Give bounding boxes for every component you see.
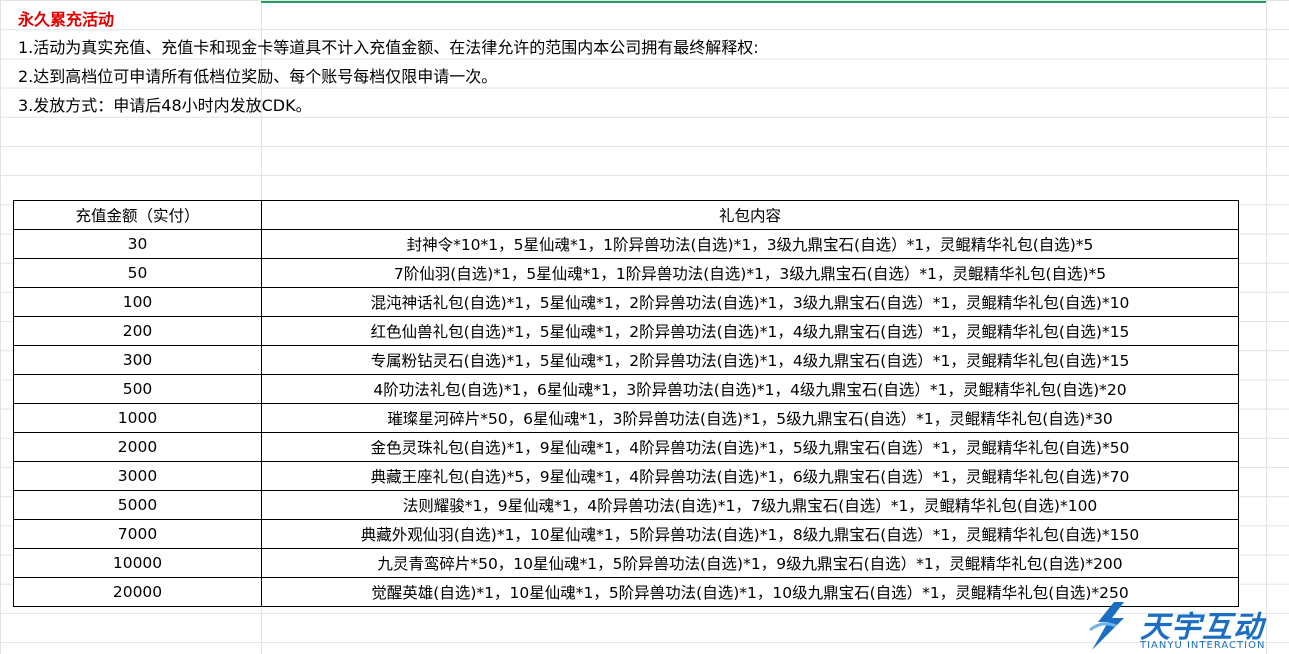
content-cell[interactable]: 7阶仙羽(自选)*1，5星仙魂*1，1阶异兽功法(自选)*1，3级九鼎宝石(自选… [261,258,1239,288]
logo-subtitle: TIANYU INTERACTION [1140,640,1266,651]
amount-cell[interactable]: 20000 [13,577,262,607]
table-row: 7000 典藏外观仙羽(自选)*1，10星仙魂*1，5阶异兽功法(自选)*1，8级… [13,519,1239,549]
amount-cell[interactable]: 3000 [13,461,262,491]
column-divider [1266,0,1267,654]
table-row: 300 专属粉钻灵石(自选)*1，5星仙魂*1，2阶异兽功法(自选)*1，4级九鼎… [13,345,1239,375]
table-row: 5000 法则耀骏*1，9星仙魂*1，4阶异兽功法(自选)*1，7级九鼎宝石(自选… [13,490,1239,520]
table-row: 30 封神令*10*1，5星仙魂*1，1阶异兽功法(自选)*1，3级九鼎宝石(自选… [13,229,1239,259]
reward-table: 充值金额（实付） 礼包内容 30 封神令*10*1，5星仙魂*1，1阶异兽功法(自… [13,200,1239,607]
content-cell[interactable]: 红色仙兽礼包(自选)*1，5星仙魂*1，2阶异兽功法(自选)*1，4级九鼎宝石(… [261,316,1239,346]
cell-selection-indicator [261,1,1266,3]
header-content[interactable]: 礼包内容 [261,200,1239,230]
table-row: 10000 九灵青鸾碎片*50，10星仙魂*1，5阶异兽功法(自选)*1，9级九鼎… [13,548,1239,578]
amount-cell[interactable]: 200 [13,316,262,346]
content-cell[interactable]: 典藏王座礼包(自选)*5，9星仙魂*1，4阶异兽功法(自选)*1，6级九鼎宝石(… [261,461,1239,491]
table-row: 500 4阶功法礼包(自选)*1，6星仙魂*1，3阶异兽功法(自选)*1，4级九鼎… [13,374,1239,404]
content-cell[interactable]: 封神令*10*1，5星仙魂*1，1阶异兽功法(自选)*1，3级九鼎宝石(自选）*… [261,229,1239,259]
amount-cell[interactable]: 500 [13,374,262,404]
table-row: 1000 璀璨星河碎片*50，6星仙魂*1，3阶异兽功法(自选)*1，5级九鼎宝石… [13,403,1239,433]
note-line-3[interactable]: 3.发放方式：申请后48小时内发放CDK。 [18,92,312,116]
header-amount[interactable]: 充值金额（实付） [13,200,262,230]
amount-cell[interactable]: 1000 [13,403,262,433]
table-row: 3000 典藏王座礼包(自选)*5，9星仙魂*1，4阶异兽功法(自选)*1，6级九… [13,461,1239,491]
table-row: 20000 觉醒英雄(自选)*1，10星仙魂*1，5阶异兽功法(自选)*1，10级… [13,577,1239,607]
amount-cell[interactable]: 10000 [13,548,262,578]
content-cell[interactable]: 混沌神话礼包(自选)*1，5星仙魂*1，2阶异兽功法(自选)*1，3级九鼎宝石(… [261,287,1239,317]
content-cell[interactable]: 璀璨星河碎片*50，6星仙魂*1，3阶异兽功法(自选)*1，5级九鼎宝石(自选）… [261,403,1239,433]
amount-cell[interactable]: 50 [13,258,262,288]
table-row: 200 红色仙兽礼包(自选)*1，5星仙魂*1，2阶异兽功法(自选)*1，4级九鼎… [13,316,1239,346]
amount-cell[interactable]: 5000 [13,490,262,520]
note-line-1[interactable]: 1.活动为真实充值、充值卡和现金卡等道具不计入充值金额、在法律允许的范围内本公司… [18,34,759,58]
content-cell[interactable]: 典藏外观仙羽(自选)*1，10星仙魂*1，5阶异兽功法(自选)*1，8级九鼎宝石… [261,519,1239,549]
table-row: 100 混沌神话礼包(自选)*1，5星仙魂*1，2阶异兽功法(自选)*1，3级九鼎… [13,287,1239,317]
amount-cell[interactable]: 2000 [13,432,262,462]
amount-cell[interactable]: 300 [13,345,262,375]
amount-cell[interactable]: 100 [13,287,262,317]
note-line-2[interactable]: 2.达到高档位可申请所有低档位奖励、每个账号每档仅限申请一次。 [18,63,497,87]
logo-mark-icon [1089,602,1124,650]
content-cell[interactable]: 4阶功法礼包(自选)*1，6星仙魂*1，3阶异兽功法(自选)*1，4级九鼎宝石(… [261,374,1239,404]
amount-cell[interactable]: 30 [13,229,262,259]
content-cell[interactable]: 九灵青鸾碎片*50，10星仙魂*1，5阶异兽功法(自选)*1，9级九鼎宝石(自选… [261,548,1239,578]
table-row: 2000 金色灵珠礼包(自选)*1，9星仙魂*1，4阶异兽功法(自选)*1，5级九… [13,432,1239,462]
content-cell[interactable]: 金色灵珠礼包(自选)*1，9星仙魂*1，4阶异兽功法(自选)*1，5级九鼎宝石(… [261,432,1239,462]
table-header-row: 充值金额（实付） 礼包内容 [13,200,1239,230]
table-row: 50 7阶仙羽(自选)*1，5星仙魂*1，1阶异兽功法(自选)*1，3级九鼎宝石(… [13,258,1239,288]
page-title: 永久累充活动 [18,10,115,29]
content-cell[interactable]: 法则耀骏*1，9星仙魂*1，4阶异兽功法(自选)*1，7级九鼎宝石(自选）*1，… [261,490,1239,520]
amount-cell[interactable]: 7000 [13,519,262,549]
content-cell[interactable]: 专属粉钻灵石(自选)*1，5星仙魂*1，2阶异兽功法(自选)*1，4级九鼎宝石(… [261,345,1239,375]
company-logo: 天宇互动 TIANYU INTERACTION [1080,596,1285,654]
